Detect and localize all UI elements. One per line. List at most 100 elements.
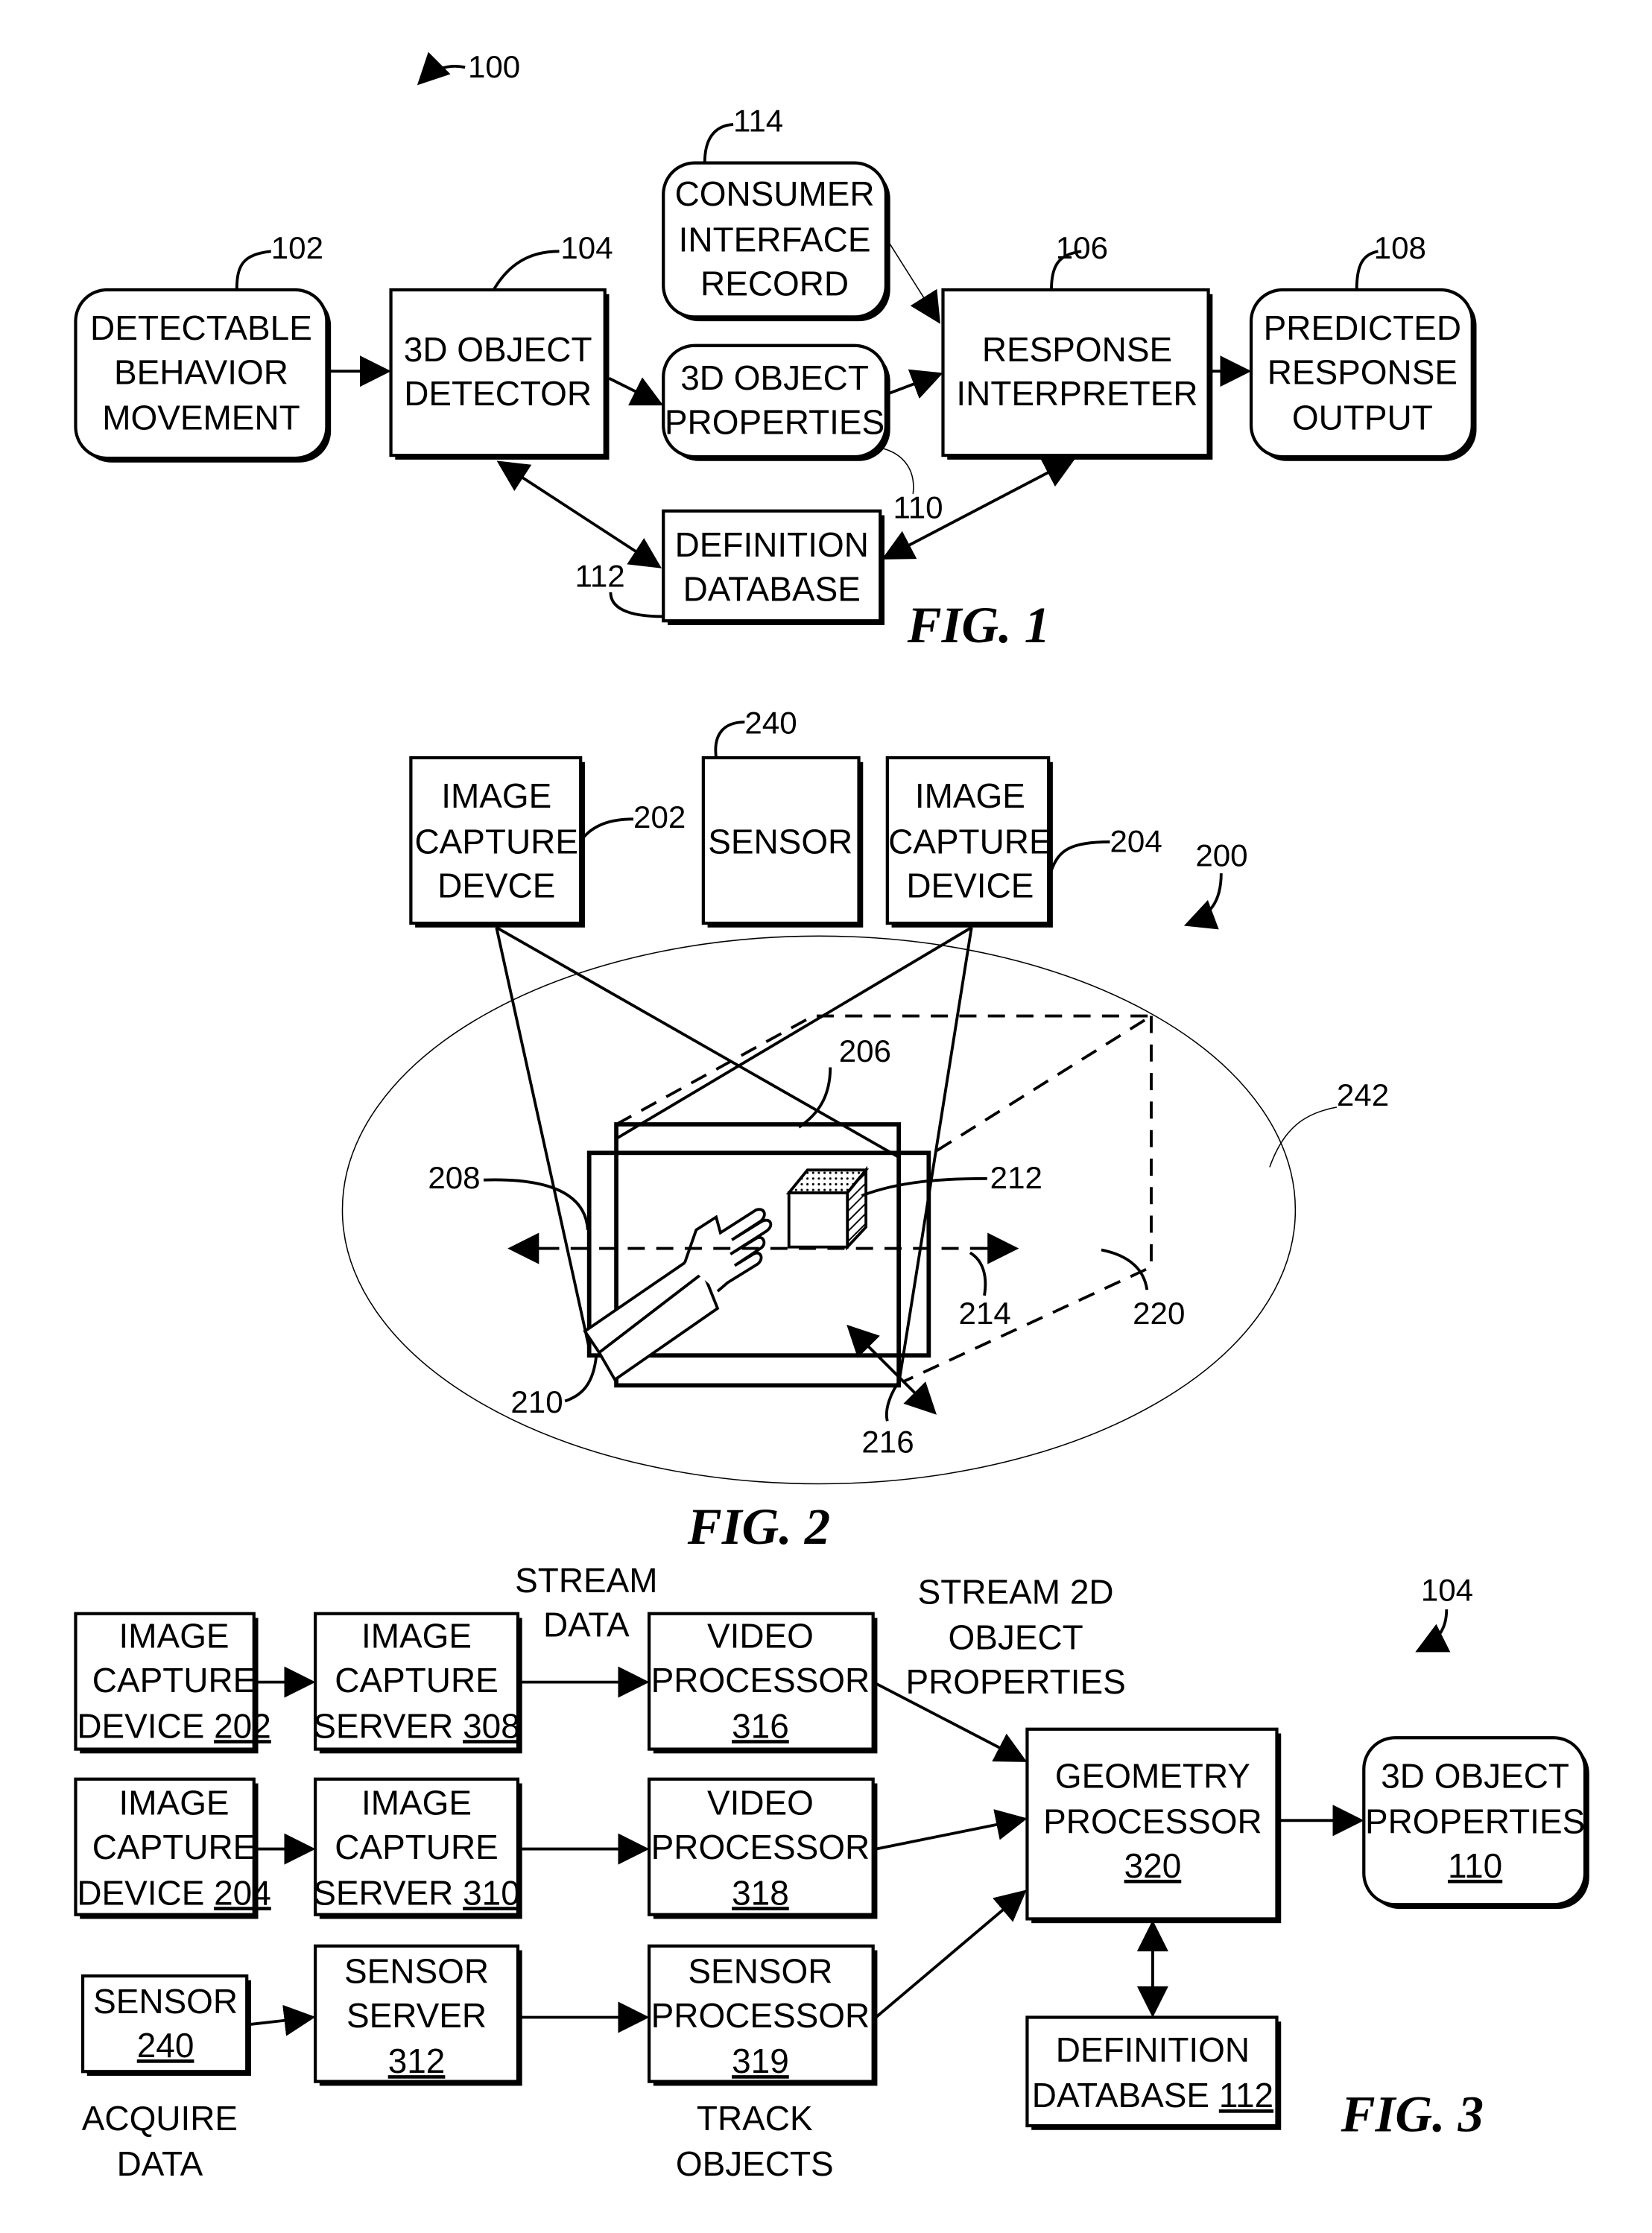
node-image-capture-server-310: IMAGE CAPTURE SERVER 310 xyxy=(313,1777,522,1919)
node-label-line: SENSOR xyxy=(344,1952,489,1991)
ref-label-108: 108 xyxy=(1374,230,1426,265)
node-detectable-behavior-movement: DETECTABLE BEHAVIOR MOVEMENT 102 xyxy=(74,230,332,463)
annotation-acquire-data: DATA xyxy=(117,2144,203,2183)
node-label-line: INTERFACE xyxy=(679,220,871,259)
arrow-consumer-to-interpreter xyxy=(887,239,940,324)
node-label-line: CAPTURE xyxy=(414,822,578,861)
node-label-line: IMAGE xyxy=(915,776,1025,815)
ref-label-106: 106 xyxy=(1056,230,1108,265)
node-label-line: PROPERTIES xyxy=(1365,1802,1585,1841)
node-number: 308 xyxy=(463,1706,520,1745)
ref-label-114: 114 xyxy=(733,104,783,139)
node-label-line: 3D OBJECT xyxy=(404,330,592,369)
node-number: 320 xyxy=(1124,1846,1182,1885)
annotation-stream-data: STREAM xyxy=(515,1561,657,1600)
node-label-line: SERVER xyxy=(313,1873,463,1912)
arrow-sp319-to-geo320 xyxy=(875,1890,1027,2018)
node-sensor-server-312: SENSOR SERVER 312 xyxy=(314,1944,522,2086)
node-label-line: PROCESSOR xyxy=(651,1828,870,1866)
node-sensor-240: SENSOR 240 xyxy=(701,705,864,928)
ref-label-208: 208 xyxy=(428,1160,480,1195)
node-label-line: DETECTABLE xyxy=(90,308,312,347)
node-label-line: CONSUMER xyxy=(675,174,875,213)
node-label-line: IMAGE xyxy=(119,1784,230,1822)
ref-label-102: 102 xyxy=(271,230,323,265)
node-label-line: CAPTURE xyxy=(335,1661,499,1700)
node-3d-object-properties-110: 3D OBJECT PROPERTIES 110 xyxy=(1362,1736,1589,1910)
figure-title-1: FIG. 1 xyxy=(907,597,1050,653)
node-label-line: VIDEO xyxy=(707,1617,814,1656)
node-label-line: CAPTURE xyxy=(92,1828,256,1866)
node-definition-database-112: DEFINITION DATABASE 112 xyxy=(1025,2015,1282,2130)
figure-title-3: FIG. 3 xyxy=(1341,2086,1484,2143)
z-axis-arrow xyxy=(846,1324,937,1415)
node-label-line: IMAGE xyxy=(119,1617,230,1656)
node-label-line: DEVICE xyxy=(906,867,1034,905)
ref-label-202: 202 xyxy=(633,799,686,834)
node-label-line: MOVEMENT xyxy=(102,399,300,437)
patent-drawing-sheet: 100 DETECTABLE BEHAVIOR MOVEMENT 102 3D … xyxy=(74,49,1589,2183)
node-number: 204 xyxy=(214,1873,271,1912)
node-label-line: CAPTURE xyxy=(888,822,1052,861)
annotation-stream-2d: OBJECT xyxy=(949,1618,1083,1657)
annotation-stream-data: DATA xyxy=(543,1605,630,1644)
ref-label-100: 100 xyxy=(468,49,520,84)
node-label-line: DATABASE xyxy=(683,569,861,608)
ref-label-210: 210 xyxy=(510,1384,563,1419)
ref-label-204: 204 xyxy=(1110,823,1162,858)
node-label-line: DATABASE xyxy=(1032,2076,1219,2115)
node-predicted-response-output: PREDICTED RESPONSE OUTPUT 108 xyxy=(1249,230,1477,461)
node-label-line: PROCESSOR xyxy=(1043,1802,1262,1841)
node-label-line: SENSOR xyxy=(688,1952,832,1991)
node-video-processor-316: VIDEO PROCESSOR 316 xyxy=(647,1612,878,1754)
node-number: 319 xyxy=(732,2042,789,2080)
node-label-line: PROPERTIES xyxy=(665,402,884,441)
svg-text:DATABASE 112: DATABASE 112 xyxy=(1032,2076,1273,2115)
node-sensor-240-fig3: SENSOR 240 xyxy=(80,1974,251,2077)
ref-label-216: 216 xyxy=(861,1424,914,1459)
node-label-line: DEFINITION xyxy=(1056,2030,1250,2069)
node-number: 112 xyxy=(1219,2076,1273,2115)
ref-label-240: 240 xyxy=(744,705,797,740)
svg-text:SERVER 308: SERVER 308 xyxy=(313,1706,519,1745)
svg-text:DEVICE 202: DEVICE 202 xyxy=(77,1706,270,1745)
node-label-line: PROCESSOR xyxy=(651,1996,870,2035)
node-number: 316 xyxy=(732,1706,789,1745)
ref-label-206: 206 xyxy=(839,1033,891,1068)
node-number: 202 xyxy=(214,1706,271,1745)
arrow-detector-database xyxy=(496,460,662,568)
node-label-line: DEFINITION xyxy=(675,525,869,564)
node-label-line: DEVICE xyxy=(77,1706,214,1745)
node-label-line: PREDICTED xyxy=(1264,308,1461,347)
node-video-processor-318: VIDEO PROCESSOR 318 xyxy=(647,1777,878,1919)
ref-label-112: 112 xyxy=(575,558,625,593)
arrow-sensor240-to-srv312 xyxy=(249,2004,316,2036)
figure-title-2: FIG. 2 xyxy=(687,1498,830,1555)
ref-label-104-fig3: 104 xyxy=(1421,1572,1473,1607)
node-label-line: RESPONSE xyxy=(982,330,1172,369)
ref-label-212: 212 xyxy=(990,1160,1042,1195)
node-response-interpreter: RESPONSE INTERPRETER 106 xyxy=(941,230,1213,460)
annotation-track-objects: TRACK xyxy=(697,2099,813,2138)
node-label-line: CAPTURE xyxy=(335,1828,499,1866)
node-label-line: 3D OBJECT xyxy=(1381,1756,1569,1795)
view-line xyxy=(615,926,972,1140)
node-label-line: INTERPRETER xyxy=(956,374,1197,413)
arrow-detector-to-properties xyxy=(608,377,664,406)
node-label-line: DETECTOR xyxy=(404,374,592,413)
node-label-line: IMAGE xyxy=(361,1784,472,1822)
node-sensor-processor-319: SENSOR PROCESSOR 319 xyxy=(647,1944,878,2086)
node-definition-database: DEFINITION DATABASE 112 xyxy=(575,509,884,625)
node-label-line: IMAGE xyxy=(361,1617,472,1656)
node-label-line: PROCESSOR xyxy=(651,1661,870,1700)
node-image-capture-server-308: IMAGE CAPTURE SERVER 308 xyxy=(313,1612,522,1754)
node-number: 310 xyxy=(463,1873,520,1912)
node-label-line: CAPTURE xyxy=(92,1661,256,1700)
volume-dashed-side xyxy=(903,1016,1153,1383)
ref-label-214: 214 xyxy=(959,1296,1011,1331)
annotation-stream-2d: PROPERTIES xyxy=(905,1662,1125,1701)
node-geometry-processor-320: GEOMETRY PROCESSOR 320 xyxy=(1025,1727,1282,1924)
node-label-line: RESPONSE xyxy=(1268,352,1458,391)
node-label-line: GEOMETRY xyxy=(1055,1756,1250,1795)
node-number: 110 xyxy=(1448,1846,1502,1885)
